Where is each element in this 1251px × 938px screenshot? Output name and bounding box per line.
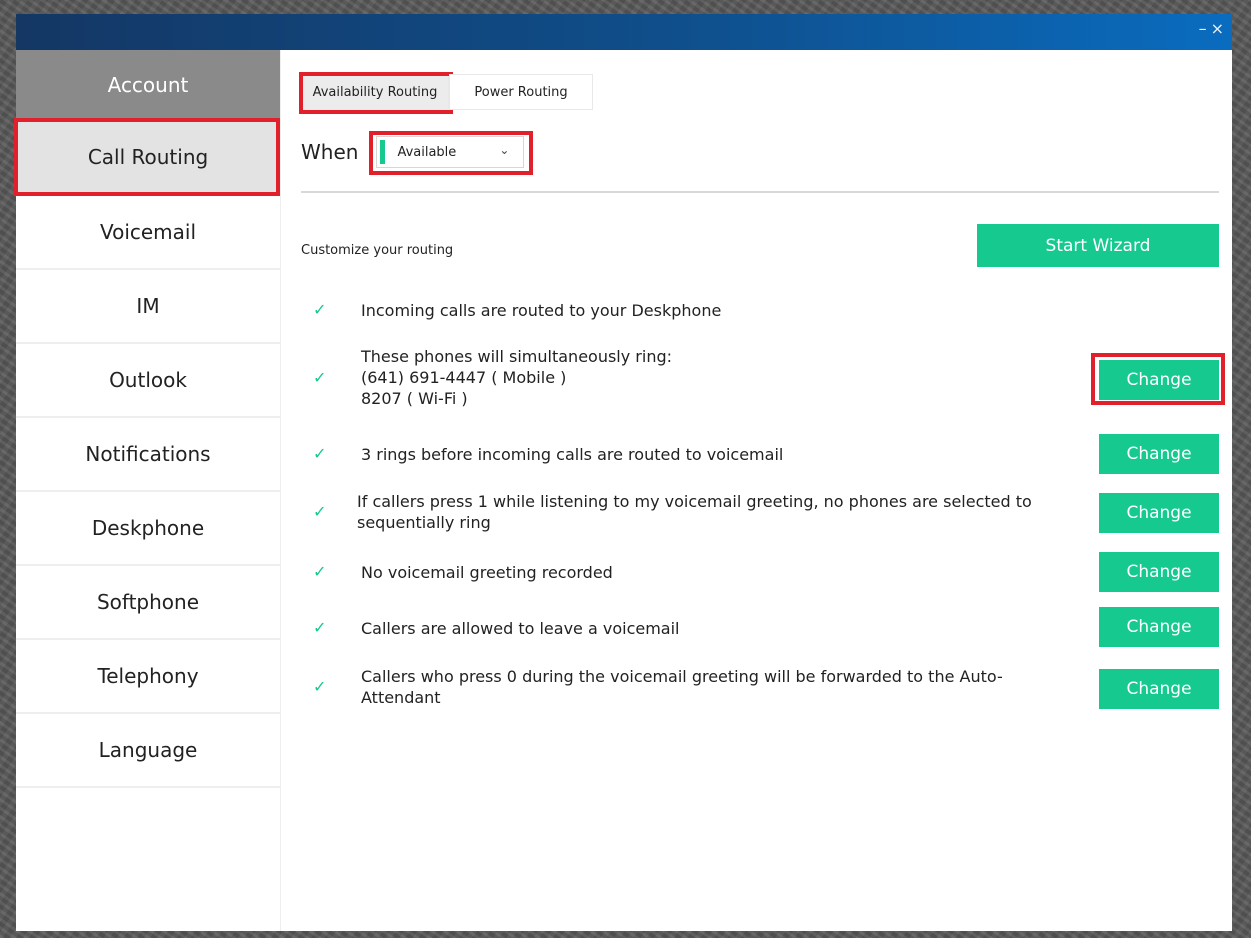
chevron-down-icon: ⌄ <box>499 143 510 157</box>
change-button[interactable]: Change <box>1099 360 1219 400</box>
check-icon: ✓ <box>313 300 327 319</box>
sidebar-item-outlook[interactable]: Outlook <box>16 344 280 418</box>
sidebar-item-label: Softphone <box>96 590 200 614</box>
tab-label: Power Routing <box>474 84 568 100</box>
status-value: Available <box>397 144 457 160</box>
minimize-icon[interactable]: – <box>1199 18 1207 40</box>
status-dropdown[interactable]: Available ⌄ <box>369 131 534 175</box>
check-icon: ✓ <box>313 444 327 463</box>
main-content: Availability Routing Power Routing When … <box>280 50 1233 931</box>
routing-tabs: Availability Routing Power Routing <box>299 72 593 114</box>
sidebar-item-label: Outlook <box>109 368 187 392</box>
rule-text: If callers press 1 while listening to my… <box>357 492 1032 532</box>
sidebar-item-label: Voicemail <box>99 220 197 244</box>
sidebar-item-label: Notifications <box>85 442 211 466</box>
sidebar: Account Call Routing Voicemail IM Outloo… <box>14 50 280 788</box>
rule-text: No voicemail greeting recorded <box>361 563 613 582</box>
start-wizard-button[interactable]: Start Wizard <box>977 224 1219 267</box>
rule-text: These phones will simultaneously ring: (… <box>361 347 673 408</box>
divider <box>301 191 1219 193</box>
status-color-bar <box>380 140 386 164</box>
sidebar-item-call-routing[interactable]: Call Routing <box>14 118 280 196</box>
close-icon[interactable]: × <box>1211 18 1224 40</box>
sidebar-item-label: Account <box>107 72 189 97</box>
tab-label: Availability Routing <box>312 84 438 100</box>
settings-window: – × Account Call Routing Voicemail IM Ou… <box>14 14 1233 931</box>
sidebar-item-label: Call Routing <box>87 144 209 169</box>
check-icon: ✓ <box>313 502 327 521</box>
sidebar-item-label: IM <box>136 294 160 318</box>
sidebar-item-voicemail[interactable]: Voicemail <box>16 196 280 270</box>
when-row: When Available ⌄ <box>301 131 534 175</box>
check-icon: ✓ <box>313 368 327 387</box>
check-icon: ✓ <box>313 562 327 581</box>
sidebar-item-label: Language <box>98 738 198 762</box>
check-icon: ✓ <box>313 618 327 637</box>
rule-text: Incoming calls are routed to your Deskph… <box>361 301 722 320</box>
tab-power-routing[interactable]: Power Routing <box>449 74 593 110</box>
sidebar-item-notifications[interactable]: Notifications <box>16 418 280 492</box>
check-icon: ✓ <box>313 677 327 696</box>
change-button[interactable]: Change <box>1099 552 1219 592</box>
change-button[interactable]: Change <box>1099 669 1219 709</box>
sidebar-item-deskphone[interactable]: Deskphone <box>16 492 280 566</box>
sidebar-item-im[interactable]: IM <box>16 270 280 344</box>
customize-label: Customize your routing <box>301 243 454 258</box>
tab-availability-routing[interactable]: Availability Routing <box>299 72 453 114</box>
rule-text: Callers are allowed to leave a voicemail <box>361 619 680 638</box>
sidebar-item-softphone[interactable]: Softphone <box>16 566 280 640</box>
change-button[interactable]: Change <box>1099 493 1219 533</box>
sidebar-item-account[interactable]: Account <box>16 50 280 119</box>
title-bar[interactable]: – × <box>16 14 1232 50</box>
sidebar-item-telephony[interactable]: Telephony <box>16 640 280 714</box>
change-button[interactable]: Change <box>1099 607 1219 647</box>
sidebar-item-label: Telephony <box>97 664 199 688</box>
rule-text: 3 rings before incoming calls are routed… <box>361 445 784 464</box>
change-button[interactable]: Change <box>1099 434 1219 474</box>
sidebar-item-label: Deskphone <box>91 516 205 540</box>
sidebar-item-language[interactable]: Language <box>16 714 280 788</box>
rule-text: Callers who press 0 during the voicemail… <box>361 667 1003 707</box>
when-label: When <box>301 140 359 164</box>
